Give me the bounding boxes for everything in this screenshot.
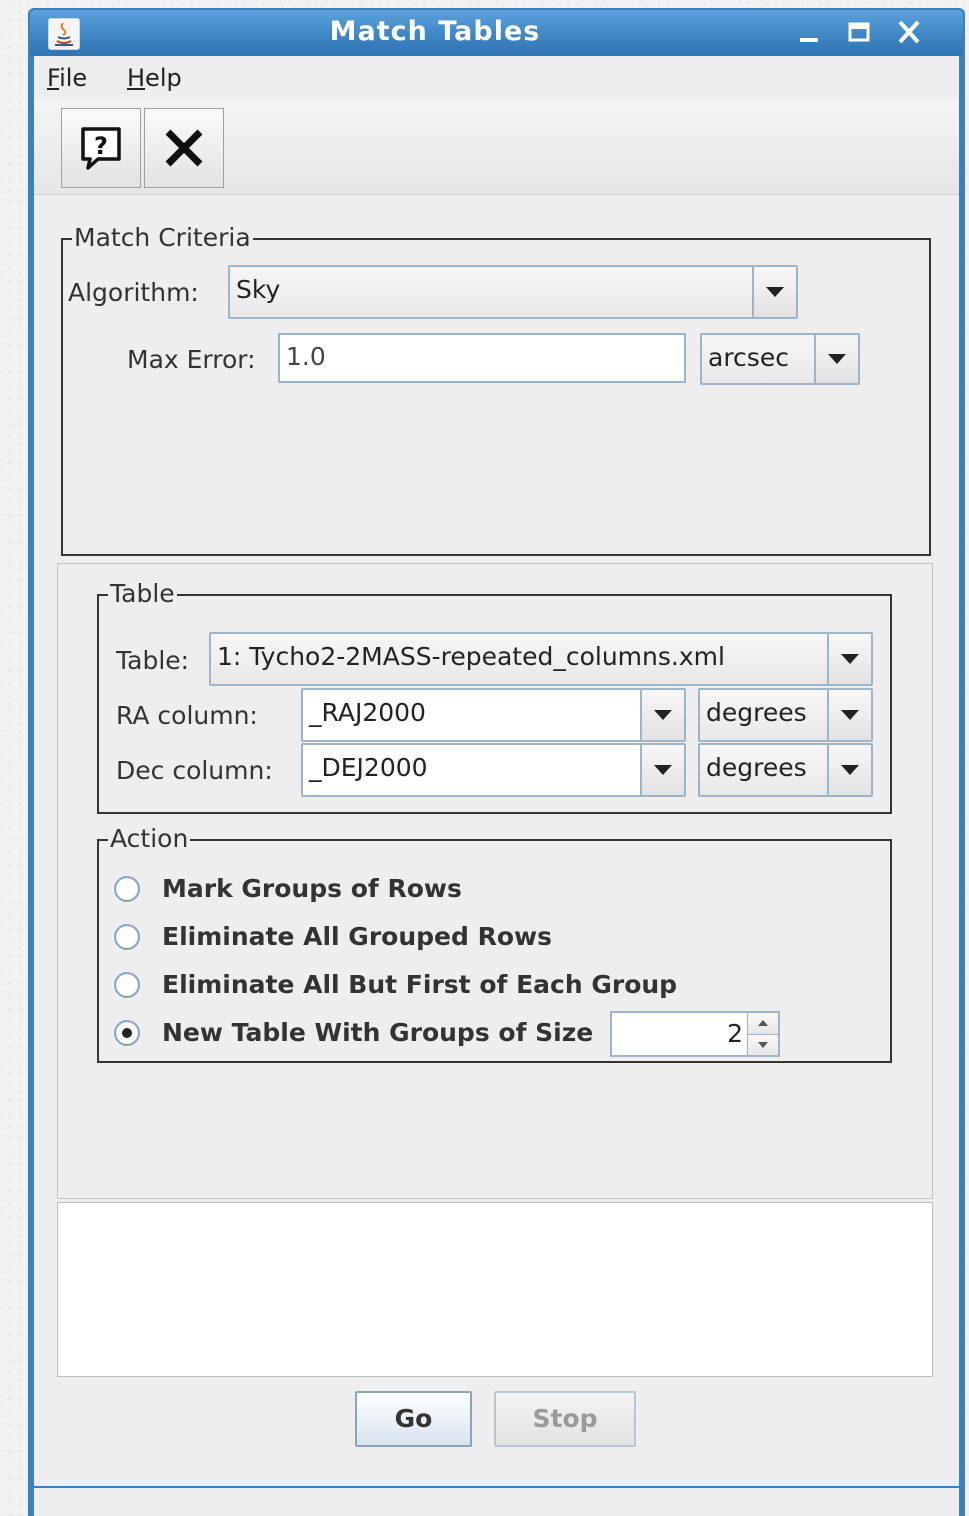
radio-mark-groups[interactable]	[114, 876, 140, 902]
dec-column-label: Dec column:	[116, 756, 273, 785]
table-value: 1: Tycho2-2MASS-repeated_columns.xml	[217, 642, 725, 671]
max-error-label: Max Error:	[127, 345, 256, 374]
svg-text:?: ?	[94, 132, 108, 160]
chevron-down-icon[interactable]	[814, 335, 858, 383]
radio-new-table[interactable]	[114, 1020, 140, 1046]
chevron-down-icon[interactable]	[827, 690, 871, 740]
window-title: Match Tables	[329, 16, 541, 47]
group-size-stepper[interactable]: 2	[610, 1011, 780, 1057]
chevron-down-icon[interactable]	[827, 745, 871, 795]
table-label: Table:	[116, 646, 190, 675]
max-error-input[interactable]: 1.0	[278, 333, 686, 383]
help-icon: ?	[81, 127, 121, 170]
radio-eliminate-but-first[interactable]	[114, 972, 140, 998]
ra-column-combo[interactable]: _RAJ2000	[301, 688, 686, 742]
radio-eliminate-all-label[interactable]: Eliminate All Grouped Rows	[162, 922, 552, 952]
algorithm-value: Sky	[236, 275, 281, 304]
radio-new-table-label[interactable]: New Table With Groups of Size	[162, 1018, 593, 1048]
stepper-up-icon[interactable]	[748, 1013, 778, 1035]
ra-column-value: _RAJ2000	[309, 698, 426, 727]
go-button[interactable]: Go	[355, 1391, 472, 1447]
match-criteria-legend: Match Criteria	[72, 223, 253, 252]
menu-file-mnemonic: F	[47, 64, 60, 92]
log-text-area[interactable]	[57, 1202, 933, 1377]
menu-help-mnemonic: H	[127, 64, 146, 92]
radio-eliminate-all[interactable]	[114, 924, 140, 950]
status-bar	[34, 1486, 959, 1516]
group-size-value[interactable]: 2	[612, 1013, 747, 1055]
chevron-down-icon[interactable]	[752, 267, 796, 317]
algorithm-label: Algorithm:	[68, 278, 199, 307]
dec-column-combo[interactable]: _DEJ2000	[301, 743, 686, 797]
radio-mark-groups-label[interactable]: Mark Groups of Rows	[162, 874, 462, 904]
dec-unit-combo[interactable]: degrees	[698, 743, 873, 797]
chevron-down-icon[interactable]	[640, 745, 684, 795]
stop-button: Stop	[494, 1391, 636, 1447]
close-window-button[interactable]	[144, 108, 224, 188]
stepper-down-icon[interactable]	[748, 1034, 778, 1055]
minimize-icon[interactable]	[786, 12, 834, 54]
menu-file-label: ile	[59, 64, 88, 92]
menu-help[interactable]: Help	[127, 64, 182, 92]
close-icon[interactable]	[886, 12, 934, 54]
chevron-down-icon[interactable]	[827, 634, 871, 684]
dec-column-value: _DEJ2000	[309, 753, 428, 782]
menu-help-label: elp	[145, 64, 182, 92]
close-icon	[165, 129, 203, 167]
ra-unit-value: degrees	[706, 698, 807, 727]
max-error-unit-combo[interactable]: arcsec	[700, 333, 860, 385]
help-button[interactable]: ?	[61, 108, 141, 188]
action-legend: Action	[108, 824, 191, 853]
max-error-unit-value: arcsec	[708, 343, 789, 372]
table-legend: Table	[108, 579, 177, 608]
ra-unit-combo[interactable]: degrees	[698, 688, 873, 742]
stepper-buttons	[747, 1013, 778, 1055]
maximize-icon[interactable]	[836, 12, 884, 54]
menu-file[interactable]: File	[47, 64, 87, 92]
java-app-icon	[48, 18, 80, 50]
chevron-down-icon[interactable]	[640, 690, 684, 740]
algorithm-combo[interactable]: Sky	[228, 265, 798, 319]
dec-unit-value: degrees	[706, 753, 807, 782]
ra-column-label: RA column:	[116, 701, 258, 730]
radio-eliminate-but-first-label[interactable]: Eliminate All But First of Each Group	[162, 970, 677, 1000]
table-combo[interactable]: 1: Tycho2-2MASS-repeated_columns.xml	[209, 632, 873, 686]
